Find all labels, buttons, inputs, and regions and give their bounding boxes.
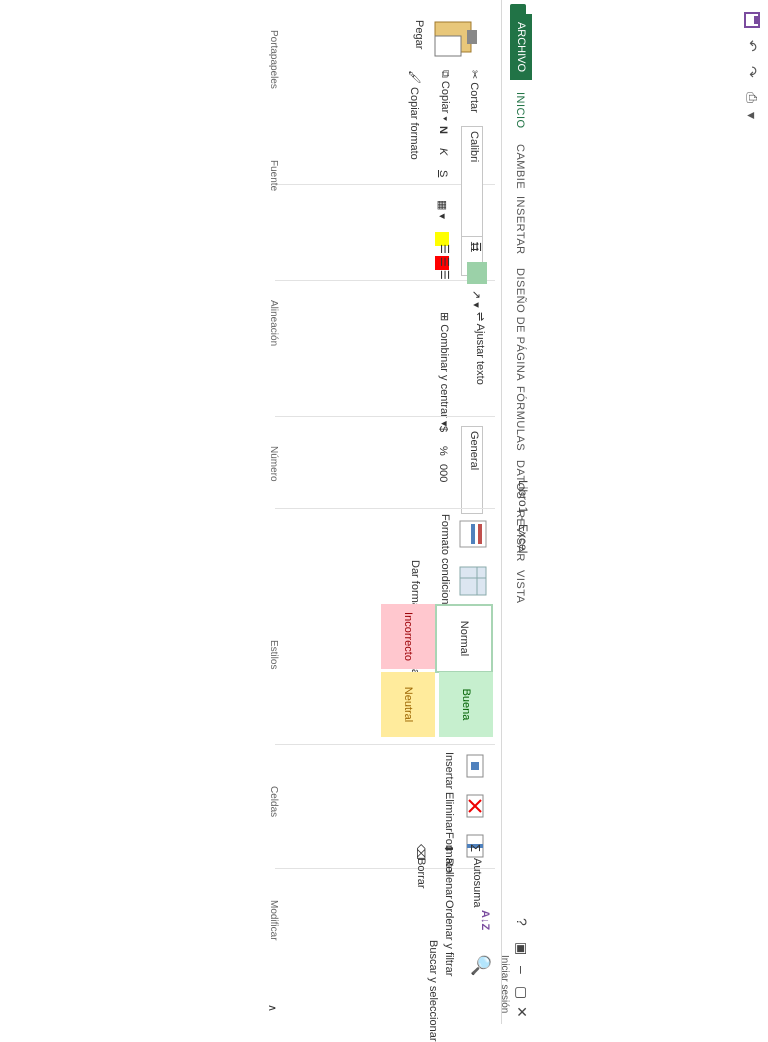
paste-icon[interactable] — [428, 18, 479, 58]
cut-label: Cortar — [468, 82, 480, 113]
cells-group-label: Celdas — [268, 786, 279, 818]
conditional-format-icon[interactable] — [454, 520, 487, 548]
save-icon[interactable] — [741, 12, 760, 28]
merge-center-label: Combinar y centrar — [438, 324, 450, 418]
format-table-icon[interactable] — [454, 566, 487, 596]
undo-icon[interactable]: ↶ — [743, 40, 760, 52]
redo-icon[interactable]: ↷ — [743, 66, 760, 78]
format-painter-label: Copiar formato — [408, 87, 420, 160]
merge-center-button[interactable]: ⊞ Combinar y centrar ▾ — [438, 312, 451, 426]
group-separator — [275, 508, 495, 509]
ribbon-tabs: ARCHIVO INICIO CAMBIE INSERTAR DISEÑO DE… — [502, 0, 532, 1024]
excel-window: ↶ ↷ ⎙ ▾ Libro1 - Excel ? ▣ – ▢ ✕ ARCHIVO… — [0, 0, 768, 1042]
style-bad[interactable]: Incorrecto — [381, 604, 435, 669]
delete-cells-icon[interactable] — [458, 794, 487, 818]
tab-data[interactable]: DATOS — [514, 460, 526, 499]
find-select-button[interactable]: Buscar y seleccionar — [427, 940, 439, 1042]
group-separator — [275, 280, 495, 281]
align-top-icon[interactable]: ☰ — [470, 242, 483, 252]
customize-icon[interactable]: ▾ — [743, 112, 760, 119]
clipboard-group-label: Portapapeles — [268, 30, 279, 89]
paste-button[interactable]: Pegar — [413, 20, 425, 49]
tab-review[interactable]: REVISAR — [514, 510, 526, 562]
alignment-group-label: Alineación — [268, 300, 279, 347]
tab-page-layout[interactable]: DISEÑO DE PÁGINA — [514, 268, 526, 381]
delete-cells-button[interactable]: Eliminar — [443, 792, 455, 832]
wrap-text-label: Ajustar texto — [474, 323, 486, 385]
number-format-select[interactable]: General — [461, 426, 483, 514]
sort-filter-button[interactable]: Ordenar y filtrar — [443, 900, 455, 976]
find-select-icon[interactable]: 🔍 — [470, 954, 491, 976]
underline-button[interactable]: S — [437, 170, 449, 177]
format-painter-button[interactable]: 🖌 Copiar formato — [408, 70, 421, 160]
insert-cells-button[interactable]: Insertar — [443, 752, 455, 789]
quick-access-toolbar: ↶ ↷ ⎙ ▾ — [736, 0, 764, 1024]
copy-label: Copiar — [439, 80, 451, 114]
ribbon: Pegar ✂ Cortar ⧉ Copiar ▾ 🖌 Copiar forma… — [261, 0, 502, 1042]
group-separator — [275, 416, 495, 417]
number-group-label: Número — [268, 446, 279, 482]
borders-icon[interactable]: ▦ ▾ — [436, 200, 449, 219]
tab-file[interactable]: ARCHIVO — [510, 14, 532, 80]
insert-cells-icon[interactable] — [458, 754, 487, 778]
tab-view[interactable]: VISTA — [514, 570, 526, 603]
tab-home[interactable]: INICIO — [514, 92, 526, 129]
fill-icon[interactable]: ⬇ — [442, 844, 455, 853]
orientation-icon[interactable]: ↗ ▾ — [470, 290, 483, 308]
thousands-button[interactable]: 000 — [437, 464, 449, 482]
style-good[interactable]: Buena — [439, 672, 493, 737]
align-middle-icon[interactable] — [467, 262, 487, 284]
font-name-select[interactable]: Calibri — [461, 126, 483, 240]
tab-cambie[interactable]: CAMBIE — [514, 144, 526, 189]
tab-insert[interactable]: INSERTAR — [514, 196, 526, 255]
editing-group-label: Modificar — [268, 900, 279, 941]
conditional-format-button[interactable]: Formato condicional — [439, 514, 451, 613]
bold-button[interactable]: N — [437, 126, 449, 134]
group-separator — [275, 868, 495, 869]
cut-button[interactable]: ✂ Cortar — [468, 70, 481, 113]
copy-button[interactable]: ⧉ Copiar ▾ — [438, 70, 451, 121]
tab-formulas[interactable]: FÓRMULAS — [514, 386, 526, 451]
autosum-button[interactable]: Autosuma — [471, 858, 483, 908]
clear-button[interactable]: Borrar — [415, 858, 427, 889]
currency-button[interactable]: $ — [437, 426, 449, 432]
style-normal[interactable]: Normal — [435, 604, 493, 673]
autosum-icon[interactable]: Σ — [468, 844, 483, 852]
align-left-icon[interactable]: ☰ ☰ ☰ — [438, 244, 451, 280]
italic-button[interactable]: K — [437, 148, 449, 155]
styles-group-label: Estilos — [268, 640, 279, 670]
fill-button[interactable]: Rellenar — [443, 858, 455, 899]
style-neutral[interactable]: Neutral — [381, 672, 435, 737]
print-icon[interactable]: ⎙ — [743, 92, 760, 103]
wrap-text-button[interactable]: ⇌ Ajustar texto — [474, 312, 487, 385]
font-group-label: Fuente — [268, 160, 279, 192]
collapse-ribbon-icon[interactable]: ∧ — [266, 1004, 279, 1012]
group-separator — [275, 744, 495, 745]
sort-filter-icon[interactable]: A↓Z — [479, 910, 491, 930]
percent-button[interactable]: % — [437, 446, 449, 456]
